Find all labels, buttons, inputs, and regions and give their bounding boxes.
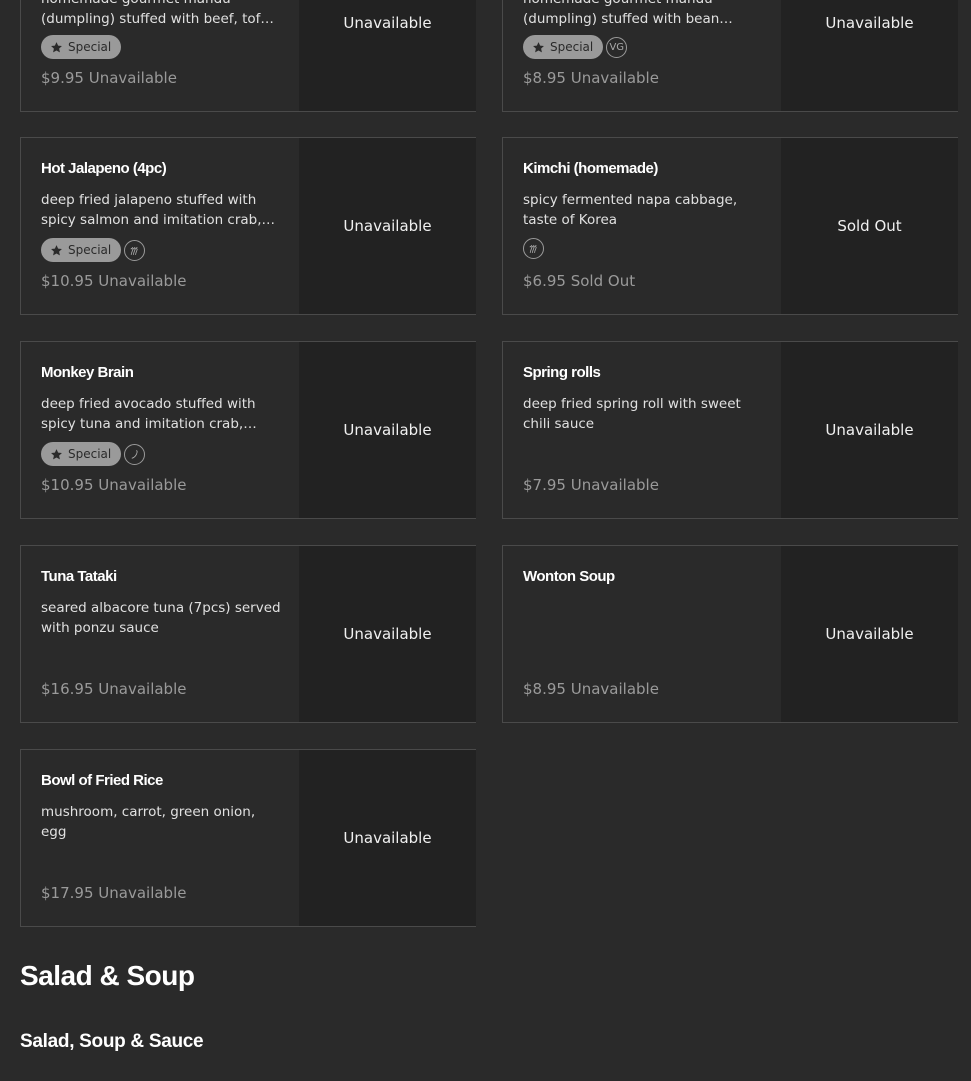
spicy-icon (124, 239, 146, 261)
menu-item-price: $16.95 Unavailable (41, 680, 187, 698)
availability-status: Unavailable (299, 342, 476, 518)
menu-item-card[interactable]: Spring rolls deep fried spring roll with… (502, 341, 958, 519)
menu-item-info: Bowl of Fried Rice mushroom, carrot, gre… (21, 750, 299, 926)
menu-item-card[interactable]: Wonton Soup $8.95 Unavailable Unavailabl… (502, 545, 958, 723)
spicy-icon (523, 238, 544, 259)
menu-item-card[interactable]: Kimchi (homemade) spicy fermented napa c… (502, 137, 958, 315)
availability-status: Unavailable (299, 0, 476, 111)
menu-item-card[interactable]: homemade gourmet mandu (dumpling) stuffe… (502, 0, 958, 112)
special-badge: Special (523, 35, 604, 59)
menu-item-description: mushroom, carrot, green onion, egg (41, 804, 256, 840)
availability-status: Unavailable (299, 750, 476, 926)
menu-item-price: $17.95 Unavailable (41, 884, 187, 902)
menu-item-price: $10.95 Unavailable (41, 272, 187, 290)
menu-item-description: homemade gourmet mandu (dumpling) stuffe… (41, 0, 274, 27)
availability-status: Sold Out (781, 138, 958, 314)
vegan-icon: VG (606, 36, 628, 58)
menu-item-info: Wonton Soup $8.95 Unavailable (503, 546, 781, 722)
menu-item-description: deep fried avocado stuffed with spicy tu… (41, 396, 256, 432)
menu-item-tags: Special (41, 35, 122, 59)
menu-item-info: Tuna Tataki seared albacore tuna (7pcs) … (21, 546, 299, 722)
menu-item-name: Wonton Soup (523, 568, 615, 585)
menu-item-info: homemade gourmet mandu (dumpling) stuffe… (21, 0, 299, 111)
menu-item-name: Kimchi (homemade) (523, 160, 658, 177)
special-badge: Special (41, 35, 122, 59)
menu-item-price: $9.95 Unavailable (41, 69, 177, 87)
menu-item-card[interactable]: Monkey Brain deep fried avocado stuffed … (20, 341, 476, 519)
availability-status: Unavailable (781, 0, 958, 111)
availability-status: Unavailable (299, 138, 476, 314)
menu-item-info: Spring rolls deep fried spring roll with… (503, 342, 781, 518)
menu-item-info: Kimchi (homemade) spicy fermented napa c… (503, 138, 781, 314)
menu-item-name: Spring rolls (523, 364, 601, 381)
menu-item-description: homemade gourmet mandu (dumpling) stuffe… (523, 0, 720, 27)
category-title: Salad, Soup & Sauce (20, 1031, 204, 1052)
menu-item-name: Monkey Brain (41, 364, 134, 381)
availability-status: Unavailable (781, 546, 958, 722)
menu-item-card[interactable]: Tuna Tataki seared albacore tuna (7pcs) … (20, 545, 476, 723)
menu-item-tags: Special VG (523, 35, 628, 59)
menu-item-tags: Special (41, 238, 146, 262)
menu-item-card[interactable]: Hot Jalapeno (4pc) deep fried jalapeno s… (20, 137, 476, 315)
menu-item-name: Hot Jalapeno (4pc) (41, 160, 167, 177)
menu-item-tags (523, 238, 544, 259)
menu-item-price: $10.95 Unavailable (41, 476, 187, 494)
availability-status: Unavailable (781, 342, 958, 518)
menu-item-description: deep fried jalapeno stuffed with spicy s… (41, 192, 262, 228)
menu-item-card[interactable]: homemade gourmet mandu (dumpling) stuffe… (20, 0, 476, 112)
menu-item-card[interactable]: Bowl of Fried Rice mushroom, carrot, gre… (20, 749, 476, 927)
star-icon (51, 448, 62, 459)
star-icon (51, 41, 62, 52)
chili-icon (124, 443, 146, 465)
menu-item-price: $6.95 Sold Out (523, 272, 636, 290)
menu-item-price: $7.95 Unavailable (523, 476, 659, 494)
section-title: Salad & Soup (20, 960, 195, 991)
menu-item-description: spicy fermented napa cabbage, taste of K… (523, 192, 738, 228)
menu-item-info: Hot Jalapeno (4pc) deep fried jalapeno s… (21, 138, 299, 314)
menu-item-description: seared albacore tuna (7pcs) served with … (41, 600, 281, 636)
star-icon (51, 244, 62, 255)
availability-status: Unavailable (299, 546, 476, 722)
special-badge: Special (41, 442, 122, 466)
menu-item-price: $8.95 Unavailable (523, 680, 659, 698)
menu-item-info: homemade gourmet mandu (dumpling) stuffe… (503, 0, 781, 111)
menu-item-name: Bowl of Fried Rice (41, 772, 163, 789)
menu-item-name: Tuna Tataki (41, 568, 117, 585)
menu-item-tags: Special (41, 442, 146, 466)
star-icon (533, 41, 544, 52)
menu-item-description: deep fried spring roll with sweet chili … (523, 396, 741, 432)
menu-item-info: Monkey Brain deep fried avocado stuffed … (21, 342, 299, 518)
special-badge: Special (41, 238, 122, 262)
menu-item-price: $8.95 Unavailable (523, 69, 659, 87)
